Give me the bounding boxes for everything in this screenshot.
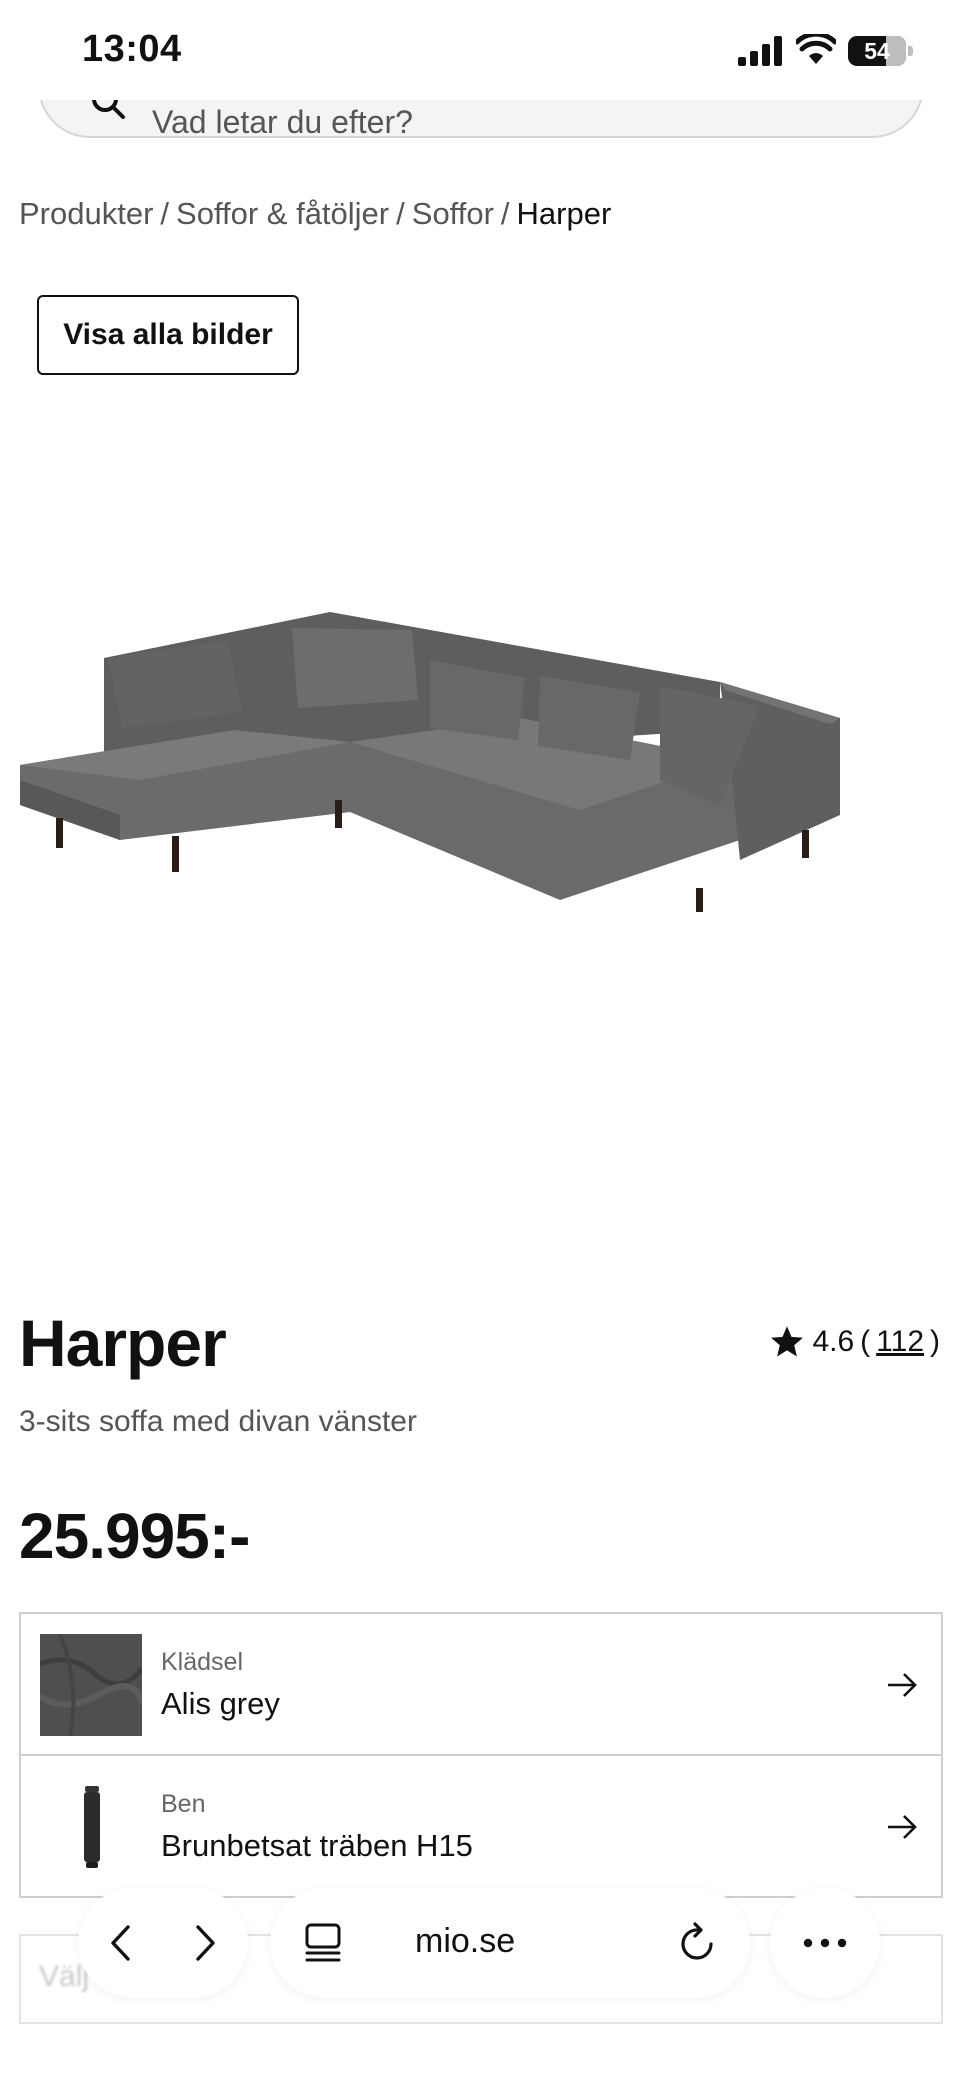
option-label: Ben [161, 1790, 206, 1818]
chevron-right-icon[interactable] [190, 1924, 220, 1962]
breadcrumb-separator: / [500, 196, 510, 231]
product-rating[interactable]: 4.6 (112) [768, 1324, 940, 1360]
product-image[interactable] [20, 600, 840, 920]
breadcrumb-separator: / [160, 196, 170, 231]
cellular-signal-icon [738, 36, 782, 66]
fabric-swatch-thumbnail [40, 1634, 142, 1736]
product-title: Harper [19, 1306, 227, 1380]
option-label: Klädsel [161, 1648, 243, 1676]
review-count-close-paren: ) [930, 1325, 940, 1358]
option-value: Brunbetsat träben H15 [161, 1828, 473, 1863]
url-text[interactable]: mio.se [415, 1922, 515, 1961]
sofa-illustration [20, 612, 840, 912]
sofa-leg-thumbnail [84, 1786, 100, 1868]
product-options: Klädsel Alis grey Ben Brunbetsat träben … [19, 1612, 943, 1898]
option-upholstery[interactable]: Klädsel Alis grey [21, 1614, 941, 1756]
rating-value: 4.6 [812, 1325, 855, 1358]
browser-nav-pill [78, 1888, 248, 1998]
battery-tip [908, 46, 913, 56]
reload-icon[interactable] [678, 1922, 718, 1964]
option-legs[interactable]: Ben Brunbetsat träben H15 [21, 1756, 941, 1896]
browser-more-pill[interactable] [770, 1888, 880, 1998]
arrow-right-icon [888, 1673, 917, 1697]
option-value: Alis grey [161, 1686, 280, 1721]
tabs-overview-icon[interactable] [304, 1922, 342, 1964]
search-input[interactable]: Vad letar du efter? [152, 104, 413, 141]
product-subtitle: 3-sits soffa med divan vänster [19, 1405, 417, 1438]
breadcrumb: Produkter / Soffor & fåtöljer / Soffor / Harpe… [19, 196, 611, 232]
review-count-link[interactable]: 112 [876, 1325, 924, 1359]
arrow-right-icon [888, 1815, 917, 1839]
browser-address-pill[interactable]: mio.se [270, 1888, 750, 1998]
more-options-icon[interactable] [803, 1938, 847, 1948]
show-all-images-button[interactable]: Visa alla bilder [37, 295, 299, 375]
review-count-open-paren: ( [860, 1325, 871, 1358]
battery-icon: 54 [848, 36, 906, 66]
wifi-icon [796, 34, 836, 64]
product-price: 25.995:- [19, 1500, 250, 1572]
star-icon [771, 1326, 804, 1357]
status-bar: 13:04 54 [0, 0, 960, 100]
breadcrumb-item-produkter[interactable]: Produkter [19, 196, 153, 231]
breadcrumb-separator: / [396, 196, 405, 231]
breadcrumb-current: Harper [516, 196, 612, 231]
chevron-left-icon[interactable] [106, 1924, 136, 1962]
breadcrumb-item-soffor[interactable]: Soffor [412, 196, 494, 231]
status-time: 13:04 [82, 28, 182, 70]
battery-level: 54 [864, 38, 890, 64]
breadcrumb-item-soffor-fatoljer[interactable]: Soffor & fåtöljer [176, 196, 389, 231]
